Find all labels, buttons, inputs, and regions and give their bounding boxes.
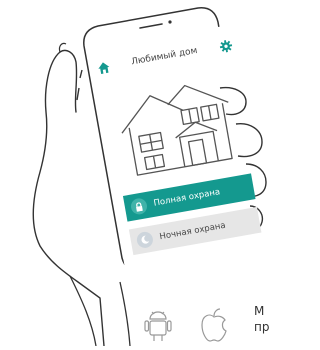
home-icon[interactable] <box>95 59 111 75</box>
house-illustration <box>121 84 233 176</box>
full-security-label: Полная охрана <box>152 187 221 209</box>
moon-icon <box>135 230 155 250</box>
platform-icons <box>144 308 227 342</box>
android-icon <box>144 311 172 341</box>
caption-text: М пр <box>254 304 270 334</box>
lock-icon <box>129 197 149 216</box>
app-title: Любимый дом <box>130 45 199 68</box>
illustration: Любимый дом Полная охрана Ночная охрана … <box>0 0 275 347</box>
night-security-label: Ночная охрана <box>158 220 227 243</box>
apple-icon <box>201 308 227 342</box>
gear-icon[interactable] <box>217 38 233 54</box>
